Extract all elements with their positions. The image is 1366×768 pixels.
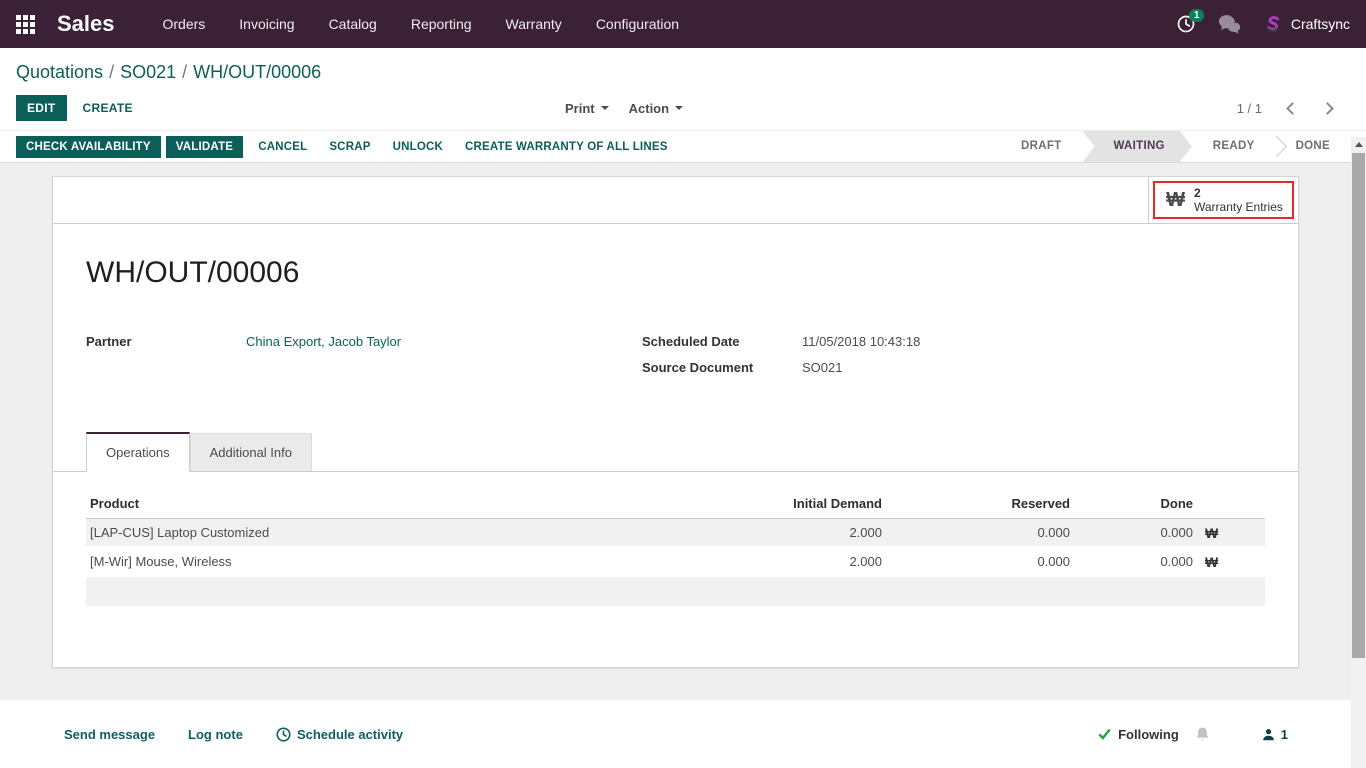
won-sign-icon: ₩: [1166, 189, 1185, 212]
cell-reserved: 0.000: [882, 525, 1070, 540]
warranty-entries-count: 2: [1194, 186, 1283, 200]
cancel-button[interactable]: CANCEL: [248, 136, 317, 158]
top-navbar: Sales Orders Invoicing Catalog Reporting…: [0, 0, 1366, 48]
pager-value: 1 / 1: [1237, 101, 1262, 116]
unlock-button[interactable]: UNLOCK: [383, 136, 453, 158]
cell-product: [M-Wir] Mouse, Wireless: [86, 554, 682, 569]
apps-grid-icon[interactable]: [16, 15, 35, 34]
vertical-scrollbar[interactable]: [1351, 137, 1366, 768]
form-sheet: ₩ 2 Warranty Entries WH/OUT/00006 Partne…: [52, 176, 1299, 668]
user-menu[interactable]: Craftsync: [1263, 14, 1350, 34]
control-panel: Quotations/SO021/WH/OUT/00006 EDIT CREAT…: [0, 48, 1366, 130]
breadcrumb-so021[interactable]: SO021: [120, 62, 176, 82]
edit-button[interactable]: EDIT: [16, 95, 67, 121]
cell-reserved: 0.000: [882, 554, 1070, 569]
stat-button-area: ₩ 2 Warranty Entries: [1148, 177, 1298, 223]
person-icon: [1262, 728, 1275, 741]
col-header-reserved[interactable]: Reserved: [882, 496, 1070, 511]
nav-item-warranty[interactable]: Warranty: [506, 16, 562, 32]
row-warranty-icon[interactable]: ₩: [1193, 525, 1265, 541]
nav-item-invoicing[interactable]: Invoicing: [239, 16, 294, 32]
record-title: WH/OUT/00006: [86, 256, 1298, 290]
table-row[interactable]: [LAP-CUS] Laptop Customized 2.000 0.000 …: [86, 519, 1265, 548]
table-empty-row[interactable]: [86, 577, 1265, 606]
nav-item-orders[interactable]: Orders: [163, 16, 206, 32]
source-document-label: Source Document: [642, 360, 802, 375]
schedule-clock-icon: [276, 727, 291, 742]
form-statusbar: CHECK AVAILABILITY VALIDATE CANCEL SCRAP…: [0, 130, 1366, 163]
check-icon: [1098, 728, 1111, 740]
breadcrumb-separator: /: [176, 62, 193, 82]
warranty-entries-button[interactable]: ₩ 2 Warranty Entries: [1153, 181, 1294, 219]
schedule-activity-button[interactable]: Schedule activity: [276, 727, 403, 742]
table-header-row: Product Initial Demand Reserved Done: [86, 489, 1265, 519]
status-pipeline: DRAFT WAITING READY DONE: [1000, 131, 1351, 162]
warranty-entries-label: Warranty Entries: [1194, 200, 1283, 214]
partner-label: Partner: [86, 334, 246, 349]
activity-clock-icon[interactable]: 1: [1176, 14, 1196, 34]
send-message-button[interactable]: Send message: [64, 727, 155, 742]
create-warranty-button[interactable]: CREATE WARRANTY OF ALL LINES: [455, 136, 678, 158]
breadcrumb: Quotations/SO021/WH/OUT/00006: [16, 62, 1350, 83]
status-step-draft[interactable]: DRAFT: [1000, 131, 1082, 162]
row-warranty-icon[interactable]: ₩: [1193, 554, 1265, 570]
content-area: ₩ 2 Warranty Entries WH/OUT/00006 Partne…: [0, 163, 1366, 700]
scheduled-date-label: Scheduled Date: [642, 334, 802, 349]
followers-counter[interactable]: 1: [1262, 727, 1288, 742]
scrollbar-up-arrow-icon[interactable]: [1351, 137, 1366, 152]
field-group: Partner China Export, Jacob Taylor Sched…: [86, 334, 1265, 386]
app-title: Sales: [57, 11, 115, 37]
status-step-ready[interactable]: READY: [1192, 131, 1276, 162]
bell-icon[interactable]: [1195, 726, 1210, 742]
table-row[interactable]: [M-Wir] Mouse, Wireless 2.000 0.000 0.00…: [86, 548, 1265, 577]
log-note-button[interactable]: Log note: [188, 727, 243, 742]
messages-icon[interactable]: [1218, 14, 1241, 34]
create-button[interactable]: CREATE: [83, 101, 133, 115]
check-availability-button[interactable]: CHECK AVAILABILITY: [16, 136, 161, 158]
nav-item-configuration[interactable]: Configuration: [596, 16, 679, 32]
print-dropdown[interactable]: Print: [565, 101, 609, 116]
following-toggle[interactable]: Following: [1098, 727, 1179, 742]
col-header-done[interactable]: Done: [1070, 496, 1193, 511]
stat-button-strip: ₩ 2 Warranty Entries: [53, 177, 1298, 224]
notebook-tabs: Operations Additional Info: [53, 432, 1298, 472]
source-document-value: SO021: [802, 360, 842, 375]
action-dropdown[interactable]: Action: [629, 101, 683, 116]
chevron-down-icon: [601, 106, 609, 110]
cell-product: [LAP-CUS] Laptop Customized: [86, 525, 682, 540]
chevron-down-icon: [675, 106, 683, 110]
nav-menu: Orders Invoicing Catalog Reporting Warra…: [163, 16, 680, 32]
pager: 1 / 1: [1237, 101, 1350, 116]
breadcrumb-quotations[interactable]: Quotations: [16, 62, 103, 82]
user-name: Craftsync: [1291, 16, 1350, 32]
nav-item-catalog[interactable]: Catalog: [329, 16, 377, 32]
company-logo-icon: [1263, 14, 1283, 34]
cell-done: 0.000: [1070, 554, 1193, 569]
chatter-bar: Send message Log note Schedule activity …: [0, 700, 1366, 768]
cell-done: 0.000: [1070, 525, 1193, 540]
breadcrumb-separator: /: [103, 62, 120, 82]
col-header-initial-demand[interactable]: Initial Demand: [682, 496, 882, 511]
partner-value-link[interactable]: China Export, Jacob Taylor: [246, 334, 401, 349]
tab-operations[interactable]: Operations: [86, 432, 190, 472]
tab-additional-info[interactable]: Additional Info: [190, 433, 312, 471]
cell-initial-demand: 2.000: [682, 554, 882, 569]
operations-table: Product Initial Demand Reserved Done [LA…: [86, 489, 1265, 606]
pager-previous-icon[interactable]: [1286, 102, 1299, 115]
validate-button[interactable]: VALIDATE: [166, 136, 243, 158]
nav-item-reporting[interactable]: Reporting: [411, 16, 472, 32]
breadcrumb-current: WH/OUT/00006: [193, 62, 321, 82]
scheduled-date-value: 11/05/2018 10:43:18: [802, 334, 920, 349]
scrap-button[interactable]: SCRAP: [319, 136, 380, 158]
cell-initial-demand: 2.000: [682, 525, 882, 540]
status-step-waiting[interactable]: WAITING: [1083, 131, 1192, 162]
followers-count: 1: [1281, 727, 1288, 742]
pager-next-icon[interactable]: [1321, 102, 1334, 115]
scrollbar-thumb[interactable]: [1352, 153, 1365, 658]
activity-badge: 1: [1189, 9, 1204, 22]
col-header-product[interactable]: Product: [86, 496, 682, 511]
